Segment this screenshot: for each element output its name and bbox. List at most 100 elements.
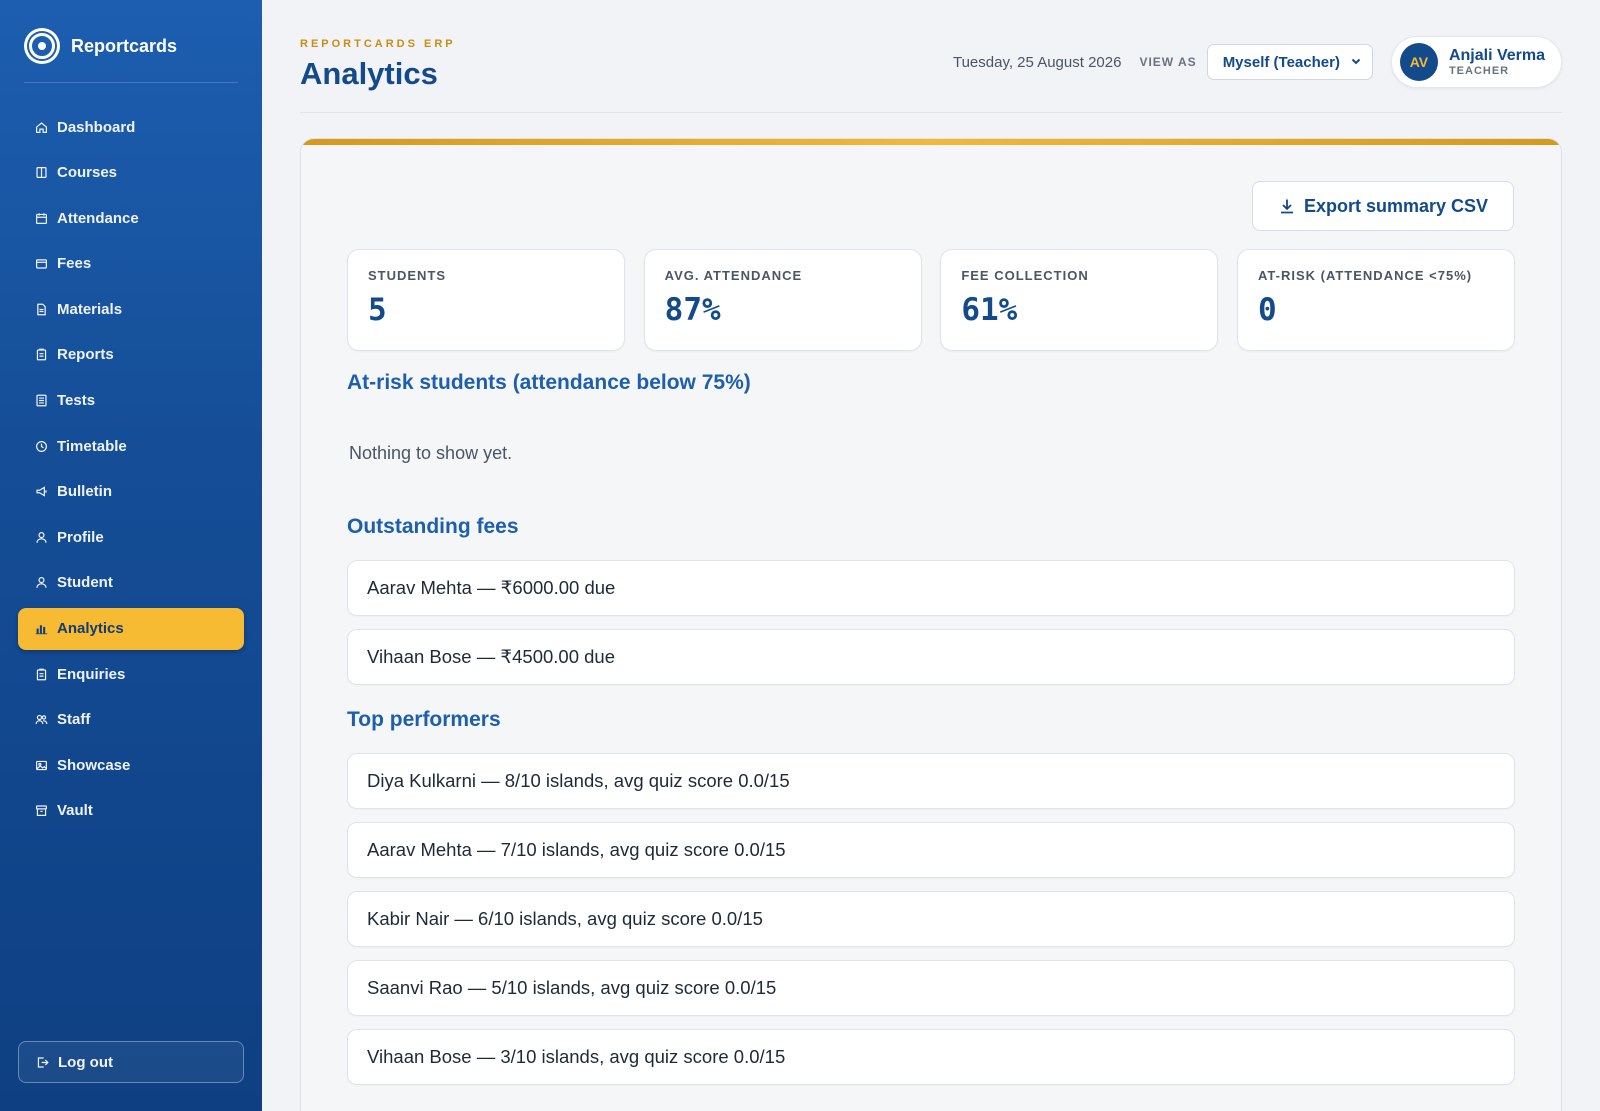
clipboard-icon [34, 667, 48, 681]
sidebar-item-bulletin[interactable]: Bulletin [18, 471, 244, 513]
page-title: Analytics [300, 56, 438, 91]
sidebar-item-label: Reports [57, 346, 114, 364]
sidebar-item-timetable[interactable]: Timetable [18, 425, 244, 467]
export-label: Export summary CSV [1303, 195, 1488, 216]
stat-value: 0 [1257, 292, 1277, 328]
sidebar-item-label: Dashboard [57, 118, 136, 136]
stat-label: AT-RISK (ATTENDANCE <75%) [1257, 268, 1473, 283]
stat-card-fee-collection: FEE COLLECTION 61% [940, 249, 1219, 351]
sidebar-item-label: Timetable [57, 437, 127, 455]
clipboard-icon [34, 348, 48, 362]
page-eyebrow: REPORTCARDS ERP [300, 38, 456, 50]
logout-button[interactable]: Log out [18, 1041, 244, 1083]
sidebar-item-label: Fees [57, 255, 92, 273]
stat-label: AVG. ATTENDANCE [664, 268, 803, 283]
top-performers-title: Top performers [347, 708, 501, 731]
download-icon [1278, 197, 1296, 215]
sidebar-item-showcase[interactable]: Showcase [18, 744, 244, 786]
sidebar-nav: Dashboard Courses Attendance Fees Materi… [18, 106, 244, 836]
sidebar-item-enquiries[interactable]: Enquiries [18, 653, 244, 695]
stat-value: 61% [961, 292, 1018, 328]
list-item: Vihaan Bose — ₹4500.00 due [347, 629, 1515, 685]
sidebar-item-label: Tests [57, 392, 96, 410]
sidebar-item-label: Student [57, 574, 113, 592]
view-as-value: Myself (Teacher) [1222, 53, 1340, 71]
stats-row: STUDENTS 5 AVG. ATTENDANCE 87% FEE COLLE… [347, 249, 1515, 351]
calendar-icon [34, 211, 48, 225]
topbar: Tuesday, 25 August 2026 VIEW AS Myself (… [953, 36, 1562, 88]
stat-label: FEE COLLECTION [961, 268, 1089, 283]
megaphone-icon [34, 485, 48, 499]
home-icon [34, 120, 48, 134]
sidebar-item-label: Showcase [57, 756, 131, 774]
sidebar-item-label: Staff [57, 711, 91, 729]
sidebar-item-label: Analytics [57, 620, 124, 638]
avatar: AV [1399, 43, 1438, 81]
stat-card-at-risk: AT-RISK (ATTENDANCE <75%) 0 [1236, 249, 1515, 351]
sidebar: Reportcards Dashboard Courses Attendance… [0, 0, 262, 1111]
divider [24, 82, 238, 83]
outstanding-fees-title: Outstanding fees [347, 515, 519, 538]
list-item: Aarav Mehta — ₹6000.00 due [347, 560, 1515, 616]
sidebar-item-label: Profile [57, 528, 104, 546]
user-icon [34, 530, 48, 544]
stat-card-students: STUDENTS 5 [347, 249, 625, 351]
user-name: Anjali Verma [1448, 46, 1545, 64]
list-item: Kabir Nair — 6/10 islands, avg quiz scor… [347, 891, 1515, 947]
sidebar-item-tests[interactable]: Tests [18, 380, 244, 422]
export-csv-button[interactable]: Export summary CSV [1251, 181, 1514, 231]
sidebar-item-student[interactable]: Student [18, 562, 244, 604]
sidebar-item-label: Vault [57, 802, 93, 820]
checklist-icon [34, 394, 48, 408]
image-icon [34, 758, 48, 772]
user-role: TEACHER [1448, 64, 1510, 77]
list-item: Vihaan Bose — 3/10 islands, avg quiz sco… [347, 1029, 1515, 1085]
sidebar-item-staff[interactable]: Staff [18, 699, 244, 741]
view-as-label: VIEW AS [1139, 55, 1197, 69]
stat-label: STUDENTS [368, 268, 447, 283]
logo-icon [24, 28, 60, 64]
wallet-icon [34, 257, 48, 271]
brand[interactable]: Reportcards [24, 28, 177, 64]
sidebar-item-fees[interactable]: Fees [18, 243, 244, 285]
sidebar-item-profile[interactable]: Profile [18, 516, 244, 558]
user-icon [34, 576, 48, 590]
sidebar-item-attendance[interactable]: Attendance [18, 197, 244, 239]
sidebar-item-courses[interactable]: Courses [18, 152, 244, 194]
stat-value: 87% [664, 292, 721, 328]
analytics-panel: Export summary CSV STUDENTS 5 AVG. ATTEN… [300, 138, 1562, 1111]
logout-label: Log out [58, 1053, 113, 1071]
outstanding-fees-list: Aarav Mehta — ₹6000.00 due Vihaan Bose —… [347, 560, 1515, 698]
stat-card-attendance: AVG. ATTENDANCE 87% [643, 249, 922, 351]
list-item: Aarav Mehta — 7/10 islands, avg quiz sco… [347, 822, 1515, 878]
sidebar-item-label: Attendance [57, 209, 139, 227]
bar-chart-icon [34, 622, 48, 636]
panel-accent-bar [301, 139, 1561, 145]
sidebar-item-label: Enquiries [57, 665, 126, 683]
archive-icon [34, 804, 48, 818]
sidebar-item-reports[interactable]: Reports [18, 334, 244, 376]
sidebar-item-analytics[interactable]: Analytics [18, 607, 244, 650]
list-item: Saanvi Rao — 5/10 islands, avg quiz scor… [347, 960, 1515, 1016]
list-item: Diya Kulkarni — 8/10 islands, avg quiz s… [347, 753, 1515, 809]
sidebar-item-label: Bulletin [57, 483, 112, 501]
brand-name: Reportcards [71, 35, 178, 56]
main-content: REPORTCARDS ERP Analytics Tuesday, 25 Au… [262, 0, 1600, 1111]
file-icon [34, 302, 48, 316]
book-icon [34, 166, 48, 180]
sidebar-item-label: Materials [57, 300, 123, 318]
sidebar-item-label: Courses [57, 164, 118, 182]
user-info: Anjali Verma TEACHER [1449, 47, 1545, 78]
at-risk-empty-note: Nothing to show yet. [349, 443, 513, 463]
sidebar-item-materials[interactable]: Materials [18, 288, 244, 330]
divider [300, 112, 1562, 113]
logout-icon [35, 1055, 49, 1069]
user-menu[interactable]: AV Anjali Verma TEACHER [1390, 36, 1562, 88]
view-as-select[interactable]: Myself (Teacher) [1206, 44, 1373, 80]
sidebar-item-vault[interactable]: Vault [18, 790, 244, 832]
users-icon [34, 713, 48, 727]
sidebar-item-dashboard[interactable]: Dashboard [18, 106, 244, 148]
chevron-down-icon [1350, 54, 1362, 71]
clock-icon [34, 439, 48, 453]
current-date: Tuesday, 25 August 2026 [952, 53, 1122, 71]
